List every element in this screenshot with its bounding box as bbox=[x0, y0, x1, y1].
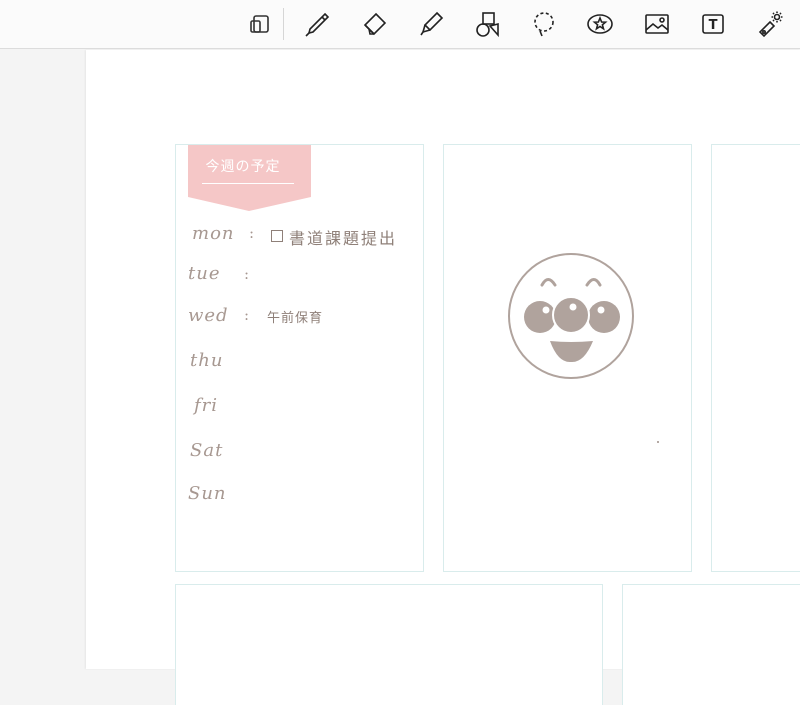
ink-dot bbox=[657, 441, 659, 443]
notebook-page[interactable]: 今週の予定 mon : 書道課題提出 tue : wed : 午前保育 thu … bbox=[86, 50, 800, 705]
text-button[interactable]: T bbox=[695, 6, 731, 42]
highlighter-button[interactable] bbox=[413, 6, 449, 42]
day-label-sun: Sun bbox=[188, 483, 227, 504]
planner-card-right bbox=[711, 144, 800, 572]
day-label-fri: fri bbox=[194, 395, 219, 416]
lasso-icon bbox=[534, 12, 554, 37]
day-label-mon: mon bbox=[192, 223, 235, 244]
day-label-sat: Sat bbox=[190, 440, 224, 461]
planner-card-bottom-right bbox=[622, 584, 800, 705]
task-wed: 午前保育 bbox=[267, 311, 324, 326]
page-layout-button[interactable] bbox=[243, 6, 279, 42]
ribbon-underline bbox=[202, 183, 294, 184]
pen-icon bbox=[305, 12, 330, 37]
day-colon-tue: : bbox=[244, 265, 250, 283]
page-layout-icon bbox=[250, 15, 269, 33]
planner-card-bottom-left bbox=[175, 584, 603, 705]
shapes-button[interactable] bbox=[469, 6, 505, 42]
day-label-tue: tue bbox=[188, 263, 221, 284]
face-sticker[interactable] bbox=[508, 251, 636, 381]
text-tool-glyph: T bbox=[709, 18, 718, 33]
lasso-button[interactable] bbox=[526, 6, 562, 42]
laser-pointer-icon bbox=[758, 11, 783, 38]
eraser-button[interactable] bbox=[356, 6, 392, 42]
weekly-ribbon: 今週の予定 bbox=[188, 145, 311, 211]
highlighter-icon bbox=[420, 11, 444, 36]
task-checkbox[interactable] bbox=[271, 230, 283, 242]
ribbon-title: 今週の予定 bbox=[205, 159, 281, 175]
laser-pointer-button[interactable] bbox=[752, 6, 788, 42]
day-label-thu: thu bbox=[190, 350, 224, 371]
day-colon-wed: : bbox=[244, 306, 250, 324]
pen-button[interactable] bbox=[299, 6, 335, 42]
day-label-wed: wed bbox=[188, 305, 229, 326]
shapes-icon bbox=[476, 12, 499, 38]
image-icon bbox=[645, 14, 669, 34]
sticker-button[interactable] bbox=[582, 6, 618, 42]
eraser-icon bbox=[363, 12, 387, 36]
sticker-icon bbox=[587, 14, 613, 34]
toolbar-divider bbox=[283, 8, 284, 40]
sticker-card bbox=[443, 144, 692, 572]
task-mon: 書道課題提出 bbox=[289, 229, 398, 248]
weekly-schedule-card: 今週の予定 mon : 書道課題提出 tue : wed : 午前保育 thu … bbox=[175, 144, 424, 572]
text-icon: T bbox=[702, 14, 724, 34]
toolbar: T bbox=[0, 0, 800, 49]
image-button[interactable] bbox=[639, 6, 675, 42]
day-colon-mon: : bbox=[249, 224, 255, 242]
